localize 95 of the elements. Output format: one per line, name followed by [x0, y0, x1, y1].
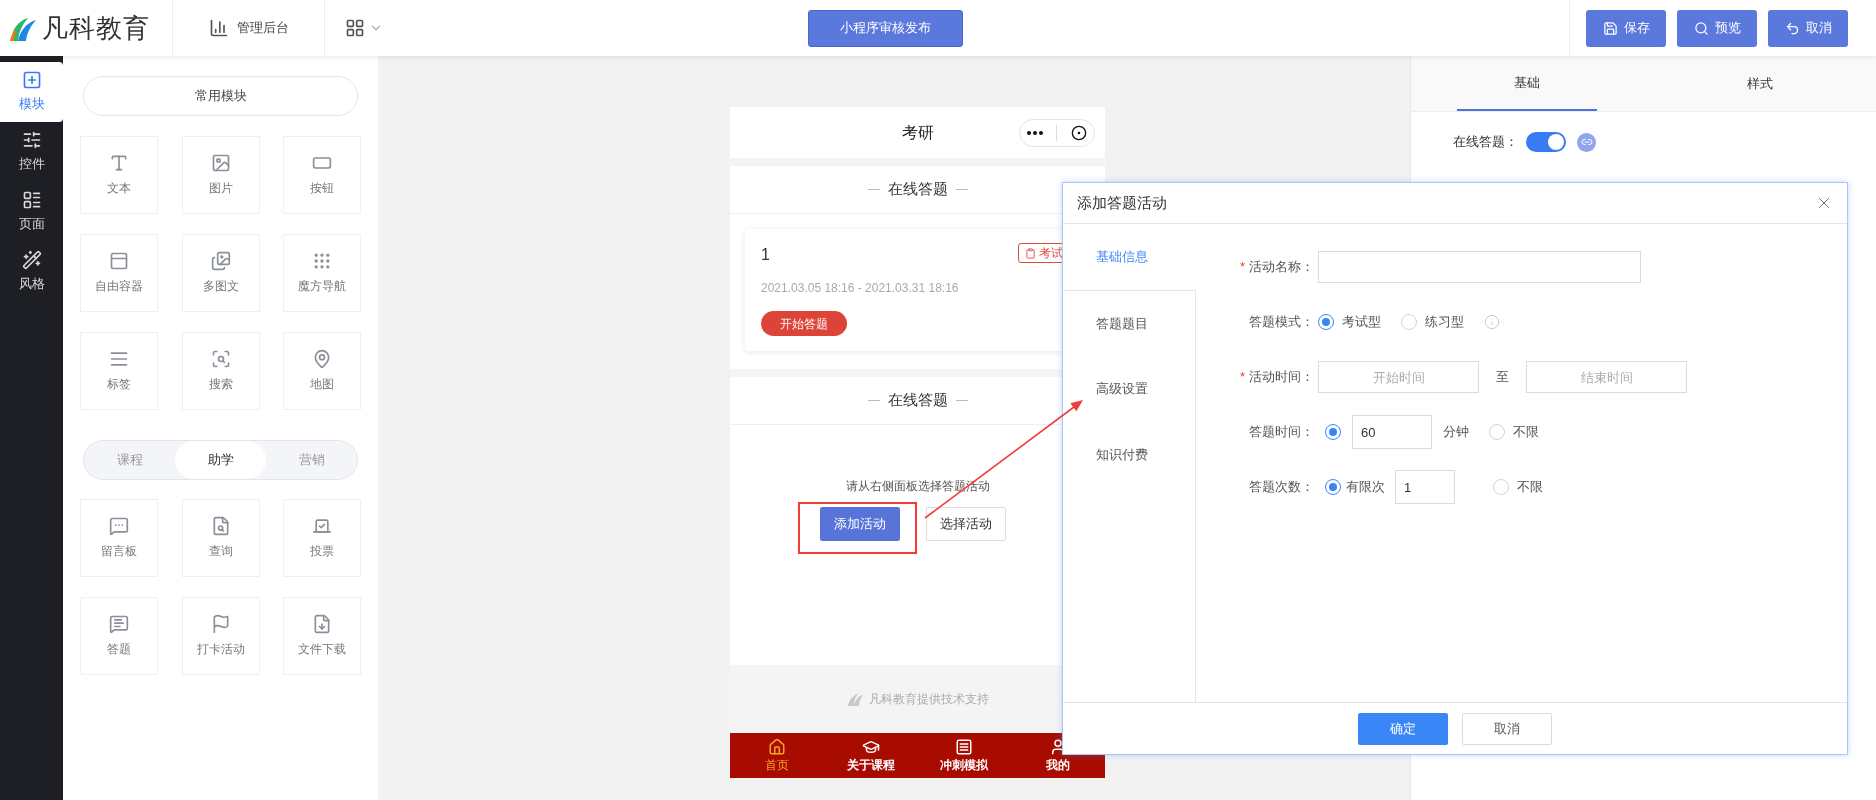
- section-title: 在线答题: [887, 390, 948, 411]
- radio-label[interactable]: 练习型: [1425, 312, 1464, 332]
- sliders-icon: [21, 130, 42, 151]
- add-activity-button[interactable]: 添加活动: [819, 507, 900, 541]
- sidebar-item[interactable]: 风格: [0, 242, 63, 302]
- module-tile[interactable]: 标签: [80, 332, 158, 410]
- module-tile[interactable]: 自由容器: [80, 234, 158, 312]
- dialog-tab[interactable]: 高级设置: [1063, 356, 1196, 422]
- undo-icon: [1784, 20, 1800, 36]
- number-input[interactable]: 1: [1395, 470, 1455, 504]
- end-time-field[interactable]: 结束时间: [1526, 361, 1687, 393]
- module-tile[interactable]: 留言板: [80, 499, 158, 577]
- start-button[interactable]: 开始答题: [761, 311, 847, 336]
- select-activity-button[interactable]: 选择活动: [925, 507, 1006, 541]
- home-icon: [767, 737, 786, 756]
- tab-bar-item[interactable]: 冲刺模拟: [917, 733, 1012, 778]
- more-icon: [1026, 130, 1043, 135]
- start-time-field[interactable]: 开始时间: [1318, 361, 1479, 393]
- module-tile[interactable]: 图片: [181, 136, 260, 214]
- page-title: 考研: [900, 122, 935, 143]
- field-label: 答题模式：: [1249, 313, 1314, 332]
- save-icon: [1602, 20, 1618, 36]
- link-icon[interactable]: [1577, 132, 1596, 152]
- sidebar-item[interactable]: 页面: [0, 182, 63, 242]
- radio-label[interactable]: 考试型: [1342, 312, 1381, 332]
- chat-lines-icon: [109, 614, 129, 634]
- tab-bar-item[interactable]: 关于课程: [823, 733, 918, 778]
- logo-text: 凡科教育: [42, 11, 150, 45]
- required-mark: *: [1239, 258, 1245, 277]
- module-tile[interactable]: 魔方导航: [283, 234, 362, 312]
- unit-label: 分钟: [1443, 423, 1469, 442]
- images-icon: [210, 251, 231, 271]
- module-tile[interactable]: 查询: [181, 499, 260, 577]
- module-tile[interactable]: 文件下载: [283, 597, 362, 675]
- sidebar-item[interactable]: 控件: [0, 122, 63, 182]
- chat-icon: [109, 516, 129, 536]
- number-input[interactable]: 60: [1352, 415, 1432, 449]
- cancel-button[interactable]: 取消: [1462, 712, 1552, 745]
- radio-label[interactable]: 不限: [1517, 477, 1543, 497]
- toolbar-button[interactable]: 预览: [1677, 9, 1757, 47]
- wand-icon: [21, 250, 42, 271]
- bar-chart-icon: [208, 18, 229, 38]
- settings-tab[interactable]: 样式: [1689, 56, 1830, 111]
- radio-label[interactable]: 有限次: [1346, 477, 1385, 497]
- settings-tab[interactable]: 基础: [1457, 56, 1598, 111]
- layout-icon: [21, 190, 42, 211]
- module-tile[interactable]: 地图: [283, 332, 362, 410]
- plus-square-icon: [21, 70, 42, 91]
- search-icon: [1693, 20, 1709, 36]
- field-label: 在线答题：: [1453, 133, 1518, 152]
- logo-icon: [846, 692, 863, 706]
- dialog-tab[interactable]: 知识付费: [1063, 422, 1196, 488]
- activity-dates: 2021.03.05 18:16 - 2021.03.31 18:16: [761, 280, 960, 297]
- confirm-button[interactable]: 确定: [1358, 712, 1448, 745]
- segment-tab[interactable]: 营销: [266, 441, 357, 479]
- toolbar-button[interactable]: 保存: [1586, 9, 1666, 47]
- toolbar-button[interactable]: 取消: [1768, 9, 1848, 47]
- publish-button[interactable]: 小程序审核发布: [808, 9, 963, 47]
- module-tile[interactable]: 按钮: [283, 136, 362, 214]
- field-label: 答题次数：: [1249, 478, 1314, 497]
- lines-icon: [109, 349, 129, 369]
- range-separator: 至: [1495, 368, 1510, 387]
- vote-icon: [312, 516, 333, 536]
- square-menu-icon: [955, 737, 974, 756]
- field-label: 活动时间：: [1249, 368, 1314, 387]
- dialog-title: 添加答题活动: [1077, 192, 1167, 213]
- module-tile[interactable]: 答题: [80, 597, 158, 675]
- required-mark: *: [1239, 368, 1245, 387]
- search-icon: [210, 349, 231, 369]
- segment-tab[interactable]: 课程: [84, 441, 175, 479]
- grid-icon[interactable]: [345, 18, 365, 38]
- field-label: 答题时间：: [1249, 423, 1314, 442]
- admin-link[interactable]: 管理后台: [236, 18, 289, 38]
- powered-by-text: 凡科教育提供技术支持: [868, 691, 989, 708]
- module-tile[interactable]: 投票: [283, 499, 362, 577]
- activity-title: 1: [761, 245, 770, 265]
- image-icon: [210, 153, 231, 173]
- module-tile[interactable]: 多图文: [181, 234, 260, 312]
- module-tile[interactable]: 搜索: [181, 332, 260, 410]
- field-label: 活动名称：: [1249, 258, 1314, 277]
- dialog-tab[interactable]: 答题题目: [1063, 290, 1196, 356]
- record-icon: [1071, 124, 1088, 141]
- panel-icon: [109, 251, 129, 271]
- sidebar-item[interactable]: 模块: [0, 62, 63, 122]
- clipboard-icon: [1025, 247, 1036, 259]
- module-tile[interactable]: 文本: [80, 136, 158, 214]
- radio-label[interactable]: 不限: [1513, 422, 1539, 442]
- type-icon: [109, 153, 129, 173]
- toggle-switch[interactable]: [1526, 132, 1566, 152]
- text-input[interactable]: [1318, 251, 1641, 283]
- module-tile[interactable]: 打卡活动: [181, 597, 260, 675]
- tab-bar-item[interactable]: 首页: [730, 733, 824, 778]
- section-title: 在线答题: [887, 179, 948, 200]
- file-download-icon: [312, 614, 333, 634]
- segment-tab[interactable]: 助学: [175, 441, 266, 479]
